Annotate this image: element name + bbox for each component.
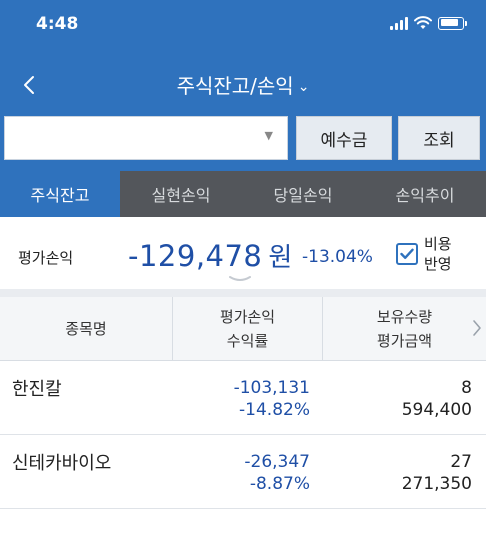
summary-amount: -129,478 원 <box>128 237 293 274</box>
cost-label-line2: 반영 <box>424 255 452 273</box>
collapse-handle-icon[interactable] <box>229 275 251 283</box>
stock-holding: 8 594,400 <box>322 377 472 421</box>
stock-pl-rate: -14.82% <box>239 400 310 420</box>
tab-daily-pl[interactable]: 당일손익 <box>242 171 364 217</box>
query-button[interactable]: 조회 <box>398 116 480 160</box>
wifi-icon <box>414 16 432 29</box>
header-pl: 평가손익 수익률 <box>172 297 322 361</box>
nav-bar: 주식잔고/손익 ⌄ <box>0 60 486 110</box>
stock-holding: 27 271,350 <box>322 451 472 495</box>
stock-pl-amount: -103,131 <box>233 378 310 398</box>
caret-down-icon: ▼ <box>264 129 273 142</box>
stock-qty: 8 <box>461 378 472 398</box>
header-qty: 보유수량 평가금액 <box>322 297 486 361</box>
stock-value: 594,400 <box>401 400 472 420</box>
stock-pl-rate: -8.87% <box>249 474 310 494</box>
signal-icon <box>390 16 408 30</box>
stock-pl-amount: -26,347 <box>244 452 310 472</box>
header-pl-label: 평가손익 <box>219 308 276 326</box>
stock-name: 신테카바이오 <box>12 453 112 474</box>
summary-rate: -13.04% <box>302 247 373 267</box>
cost-checkbox[interactable] <box>396 243 418 265</box>
check-icon <box>400 248 414 259</box>
tab-stock-balance[interactable]: 주식잔고 <box>0 171 120 217</box>
header-name-label: 종목명 <box>65 320 107 338</box>
chevron-right-icon[interactable] <box>472 319 482 337</box>
header-rate-label: 수익률 <box>226 332 269 350</box>
pl-summary: 평가손익 -129,478 원 -13.04% 비용 반영 <box>0 217 486 289</box>
status-time: 4:48 <box>36 14 79 34</box>
stock-value: 271,350 <box>401 474 472 494</box>
table-header: 종목명 평가손익 수익률 보유수량 평가금액 <box>0 297 486 361</box>
table-row[interactable]: 한진칼 -103,131 -14.82% 8 594,400 <box>0 361 486 435</box>
section-divider <box>0 289 486 297</box>
cost-toggle[interactable]: 비용 반영 <box>396 234 460 274</box>
summary-label: 평가손익 <box>18 249 74 267</box>
account-select[interactable]: ▼ <box>4 116 288 160</box>
page-title: 주식잔고/손익 <box>176 74 294 98</box>
battery-icon <box>438 16 467 30</box>
account-row: ▼ 예수금 조회 <box>0 114 486 164</box>
header-bar: 4:48 주식잔고/손익 ⌄ ▼ 예수금 조회 <box>0 0 486 171</box>
cost-label-line1: 비용 <box>424 235 452 253</box>
deposit-button[interactable]: 예수금 <box>296 116 392 160</box>
status-bar: 4:48 <box>0 0 486 50</box>
cost-label: 비용 반영 <box>424 234 460 274</box>
stock-qty: 27 <box>450 452 472 472</box>
page-title-dropdown[interactable]: 주식잔고/손익 ⌄ <box>0 70 486 99</box>
summary-amount-value: -129,478 <box>128 239 263 273</box>
tab-bar: 주식잔고 실현손익 당일손익 손익추이 <box>0 171 486 217</box>
stock-name: 한진칼 <box>12 379 62 400</box>
stock-pl: -26,347 -8.87% <box>172 451 310 495</box>
tab-realized-pl[interactable]: 실현손익 <box>120 171 242 217</box>
status-icons <box>390 16 467 30</box>
stock-pl: -103,131 -14.82% <box>172 377 310 421</box>
chevron-down-icon: ⌄ <box>297 79 310 95</box>
tab-pl-trend[interactable]: 손익추이 <box>364 171 486 217</box>
header-name: 종목명 <box>0 297 172 361</box>
table-row[interactable]: 신테카바이오 -26,347 -8.87% 27 271,350 <box>0 435 486 509</box>
summary-amount-unit: 원 <box>268 243 293 273</box>
header-qty-label: 보유수량 <box>376 308 433 326</box>
header-value-label: 평가금액 <box>376 332 433 350</box>
